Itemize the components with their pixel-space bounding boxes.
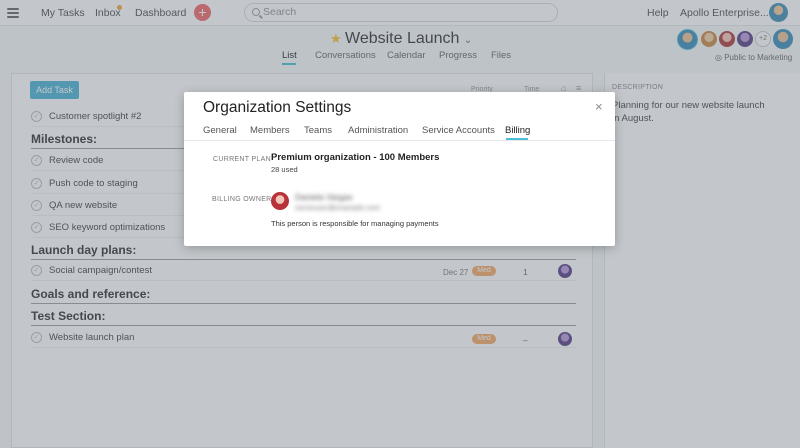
billing-owner-note: This person is responsible for managing …: [271, 219, 439, 228]
tab-divider: [184, 140, 615, 141]
tab-members[interactable]: Members: [250, 125, 290, 136]
billing-owner-label: BILLING OWNER: [212, 196, 272, 203]
organization-settings-dialog: Organization Settings × General Members …: [184, 92, 615, 246]
close-icon[interactable]: ×: [595, 99, 603, 114]
billing-owner-avatar[interactable]: [271, 192, 289, 210]
tab-general[interactable]: General: [203, 125, 237, 136]
billing-owner-name: Daniela Vargas: [295, 192, 353, 202]
tab-teams[interactable]: Teams: [304, 125, 332, 136]
current-plan-label: CURRENT PLAN: [213, 156, 271, 163]
tab-billing[interactable]: Billing: [505, 125, 530, 136]
tab-service-accounts[interactable]: Service Accounts: [422, 125, 495, 136]
billing-owner-email: someuser@example.com: [295, 203, 381, 212]
plan-name: Premium organization - 100 Members: [271, 152, 440, 163]
seats-used: 28 used: [271, 165, 298, 174]
dialog-title: Organization Settings: [203, 99, 352, 116]
tab-administration[interactable]: Administration: [348, 125, 408, 136]
